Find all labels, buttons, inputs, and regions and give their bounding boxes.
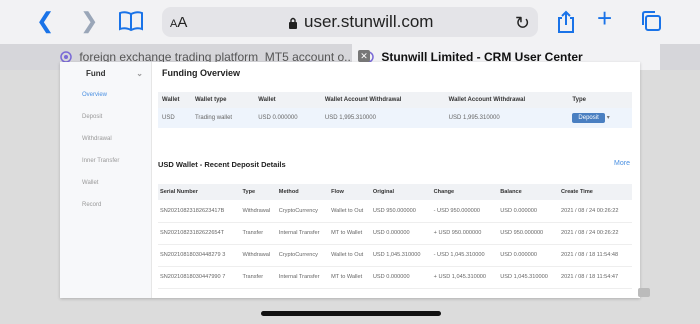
column-header: Wallet bbox=[158, 92, 191, 108]
withdrawal-cell: USD 1,995.310000 bbox=[444, 108, 569, 128]
table-row: SN20210823182622654T Transfer Internal T… bbox=[158, 222, 632, 245]
browser-toolbar: ❮ ❯ AA user.stunwill.com ↻ + bbox=[0, 0, 700, 44]
balance-cell: USD 1,045.310000 bbox=[498, 266, 559, 289]
column-header: Wallet bbox=[254, 92, 321, 108]
chat-icon[interactable] bbox=[638, 288, 650, 297]
change-cell: - USD 1,045.310000 bbox=[431, 244, 499, 267]
serial-cell: SN20210818030448279 3 bbox=[158, 244, 241, 267]
table-row: SN20210818030448279 3 Withdrawal CryptoC… bbox=[158, 244, 632, 267]
bookmarks-icon[interactable] bbox=[118, 10, 144, 32]
tabs-overview-icon[interactable] bbox=[640, 10, 662, 36]
sidebar-header-label: Fund bbox=[86, 69, 106, 78]
type-cell: Transfer bbox=[240, 222, 277, 245]
close-tab-icon[interactable]: ✕ bbox=[358, 50, 370, 62]
deposit-details-table: Serial Number Type Method Flow Original … bbox=[158, 184, 632, 289]
column-header: Wallet Account Withdrawal bbox=[444, 92, 569, 108]
withdrawal-cell: USD 1,995.310000 bbox=[320, 108, 445, 128]
flow-cell: Wallet to Out bbox=[329, 244, 371, 267]
wallet-cell: USD bbox=[158, 108, 191, 128]
crm-page: Fund ⌄ Overview Deposit Withdrawal Inner… bbox=[60, 62, 640, 298]
original-cell: USD 0.000000 bbox=[370, 222, 432, 245]
column-header: Method bbox=[276, 184, 330, 200]
table-row: USD Trading wallet USD 0.000000 USD 1,99… bbox=[158, 108, 632, 128]
sidebar-item-inner-transfer[interactable]: Inner Transfer bbox=[60, 150, 151, 172]
method-cell: Internal Transfer bbox=[276, 266, 330, 289]
flow-cell: Wallet to Out bbox=[329, 200, 371, 223]
type-cell: Withdrawal bbox=[240, 244, 277, 267]
original-cell: USD 1,045.310000 bbox=[370, 244, 432, 267]
column-header: Create Time bbox=[558, 184, 632, 200]
address-bar[interactable]: AA user.stunwill.com ↻ bbox=[162, 7, 538, 37]
flow-cell: MT to Wallet bbox=[329, 222, 371, 245]
time-cell: 2021 / 08 / 18 11:54:48 bbox=[558, 244, 632, 267]
sidebar-header-fund[interactable]: Fund ⌄ bbox=[60, 62, 151, 84]
method-cell: CryptoCurrency bbox=[276, 200, 330, 223]
new-tab-icon[interactable]: + bbox=[597, 5, 612, 31]
original-cell: USD 0.000000 bbox=[370, 266, 432, 289]
column-header: Flow bbox=[329, 184, 371, 200]
flow-cell: MT to Wallet bbox=[329, 266, 371, 289]
balance-cell: USD 0.000000 bbox=[498, 244, 559, 267]
column-header: Wallet Account Withdrawal bbox=[320, 92, 445, 108]
time-cell: 2021 / 08 / 18 11:54:47 bbox=[558, 266, 632, 289]
forward-icon[interactable]: ❯ bbox=[80, 10, 98, 32]
change-cell: + USD 1,045.310000 bbox=[431, 266, 499, 289]
serial-cell: SN20210818030447990 7 bbox=[158, 266, 241, 289]
change-cell: + USD 950.000000 bbox=[431, 222, 499, 245]
time-cell: 2021 / 08 / 24 00:26:22 bbox=[558, 200, 632, 223]
chevron-icon: ⌄ bbox=[136, 69, 143, 78]
serial-cell: SN20210823182623417B bbox=[158, 200, 241, 223]
reload-icon[interactable]: ↻ bbox=[515, 13, 530, 34]
column-header: Change bbox=[431, 184, 499, 200]
page-title: Funding Overview bbox=[162, 68, 241, 78]
wallet-type-cell: Trading wallet bbox=[190, 108, 255, 128]
sidebar-item-withdrawal[interactable]: Withdrawal bbox=[60, 128, 151, 150]
sidebar-item-record[interactable]: Record bbox=[60, 194, 151, 216]
balance-cell: USD 0.000000 bbox=[498, 200, 559, 223]
column-header: Wallet type bbox=[190, 92, 255, 108]
url-text: user.stunwill.com bbox=[304, 12, 434, 31]
deposit-details-title: USD Wallet - Recent Deposit Details bbox=[158, 160, 286, 169]
sidebar-item-overview[interactable]: Overview bbox=[60, 84, 151, 106]
method-cell: CryptoCurrency bbox=[276, 244, 330, 267]
sidebar-item-wallet[interactable]: Wallet bbox=[60, 172, 151, 194]
back-icon[interactable]: ❮ bbox=[36, 10, 54, 32]
text-size-button[interactable]: AA bbox=[170, 14, 187, 31]
funding-overview-table: Wallet Wallet type Wallet Wallet Account… bbox=[158, 92, 632, 128]
serial-cell: SN20210823182622654T bbox=[158, 222, 241, 245]
table-row: SN20210823182623417B Withdrawal CryptoCu… bbox=[158, 200, 632, 223]
change-cell: - USD 950.000000 bbox=[431, 200, 499, 223]
sidebar-item-deposit[interactable]: Deposit bbox=[60, 106, 151, 128]
column-header: Type bbox=[240, 184, 277, 200]
table-row: SN20210818030447990 7 Transfer Internal … bbox=[158, 266, 632, 289]
action-cell: Deposit ▾ bbox=[568, 108, 632, 128]
column-header: Balance bbox=[498, 184, 559, 200]
share-icon[interactable] bbox=[556, 10, 576, 38]
type-cell: Withdrawal bbox=[240, 200, 277, 223]
column-header: Type bbox=[568, 92, 632, 108]
type-cell: Transfer bbox=[240, 266, 277, 289]
column-header: Serial Number bbox=[158, 184, 241, 200]
method-cell: Internal Transfer bbox=[276, 222, 330, 245]
main-content: Funding Overview Wallet Wallet type Wall… bbox=[156, 62, 636, 298]
caret-down-icon[interactable]: ▾ bbox=[607, 115, 610, 121]
balance-cell: USD 950.000000 bbox=[498, 222, 559, 245]
column-header: Original bbox=[370, 184, 432, 200]
more-link[interactable]: More bbox=[614, 160, 630, 167]
sidebar: Fund ⌄ Overview Deposit Withdrawal Inner… bbox=[60, 62, 152, 298]
original-cell: USD 950.000000 bbox=[370, 200, 432, 223]
deposit-button[interactable]: Deposit bbox=[572, 113, 605, 123]
lock-icon bbox=[288, 16, 298, 29]
time-cell: 2021 / 08 / 24 00:26:22 bbox=[558, 222, 632, 245]
home-indicator[interactable] bbox=[261, 311, 441, 316]
balance-cell: USD 0.000000 bbox=[254, 108, 321, 128]
